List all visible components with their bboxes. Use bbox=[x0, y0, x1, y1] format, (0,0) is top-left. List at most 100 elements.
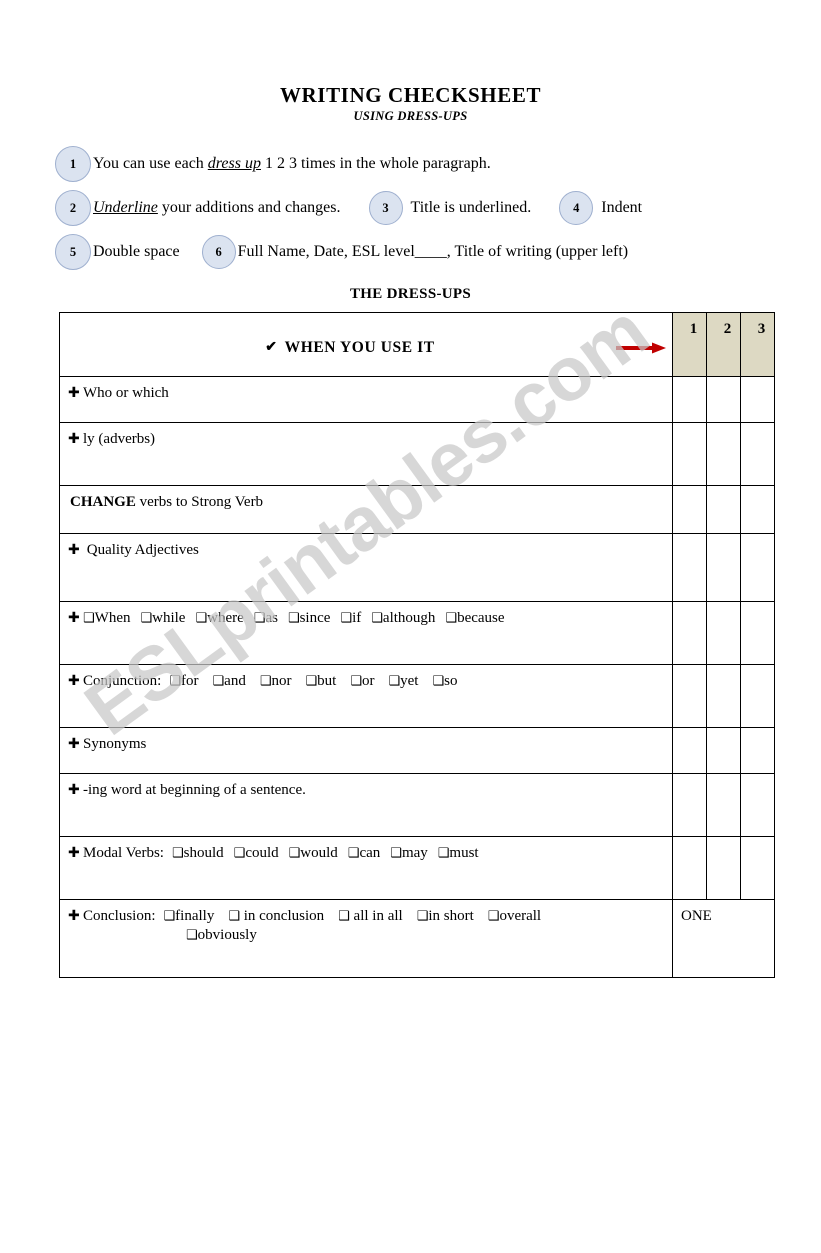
checkbox-cell-1-ly-adverbs[interactable] bbox=[672, 422, 707, 487]
checkbox-cell-3-change-verbs[interactable] bbox=[740, 485, 775, 535]
checkbox-icon[interactable]: ❑ bbox=[350, 674, 362, 689]
option-finally[interactable]: ❑finally bbox=[164, 908, 215, 924]
checkbox-icon[interactable]: ❑ bbox=[172, 846, 184, 861]
checkbox-icon[interactable]: ❑ bbox=[388, 674, 400, 689]
option-must[interactable]: ❑must bbox=[438, 845, 479, 861]
checkbox-icon[interactable]: ❑ bbox=[445, 611, 457, 626]
row-change-verbs: CHANGE verbs to Strong Verb bbox=[59, 485, 673, 535]
instruction-1-before: You can use each bbox=[93, 155, 208, 173]
option-because[interactable]: ❑because bbox=[445, 610, 504, 626]
checkbox-cell-3-who-or-which[interactable] bbox=[740, 376, 775, 424]
option-label: overall bbox=[499, 908, 542, 925]
option-although[interactable]: ❑although bbox=[371, 610, 435, 626]
checkbox-icon[interactable]: ❑ bbox=[228, 909, 240, 924]
row-label-who-or-which: Who or which bbox=[83, 385, 169, 402]
option-label: if bbox=[352, 610, 362, 627]
checkbox-cell-2-modal-verbs[interactable] bbox=[706, 836, 741, 901]
option-as[interactable]: ❑as bbox=[254, 610, 278, 626]
option-can[interactable]: ❑can bbox=[348, 845, 380, 861]
checkbox-icon[interactable]: ❑ bbox=[340, 611, 352, 626]
option-may[interactable]: ❑may bbox=[390, 845, 427, 861]
checkbox-cell-1-www-asia-b[interactable] bbox=[672, 601, 707, 666]
option-could[interactable]: ❑could bbox=[234, 845, 279, 861]
checkbox-icon[interactable]: ❑ bbox=[260, 674, 272, 689]
checkbox-icon[interactable]: ❑ bbox=[338, 909, 350, 924]
option-for[interactable]: ❑for bbox=[169, 673, 198, 689]
checkbox-icon[interactable]: ❑ bbox=[186, 928, 198, 943]
checkbox-icon[interactable]: ❑ bbox=[83, 611, 95, 626]
title-block: WRITING CHECKSHEET USING DRESS-UPS bbox=[0, 84, 821, 124]
checkbox-icon[interactable]: ❑ bbox=[288, 611, 300, 626]
checkbox-cell-2-synonyms[interactable] bbox=[706, 727, 741, 775]
option-nor[interactable]: ❑nor bbox=[260, 673, 292, 689]
table-row: ✚ Conjunction: ❑for ❑and ❑nor ❑but ❑or ❑yet ❑so bbox=[59, 664, 775, 729]
option-while[interactable]: ❑while bbox=[140, 610, 185, 626]
options-conclusion: ❑finally ❑ in conclusion ❑ all in all ❑in s… bbox=[164, 908, 542, 924]
checkbox-icon[interactable]: ❑ bbox=[140, 611, 152, 626]
option-yet[interactable]: ❑yet bbox=[388, 673, 418, 689]
header-label-wrap: ✔ WHEN YOU USE IT bbox=[265, 338, 434, 358]
checkbox-icon[interactable]: ❑ bbox=[488, 909, 500, 924]
checkbox-cell-2-conjunction[interactable] bbox=[706, 664, 741, 729]
checkbox-cell-3-www-asia-b[interactable] bbox=[740, 601, 775, 666]
option-so[interactable]: ❑so bbox=[432, 673, 457, 689]
checkbox-cell-1-who-or-which[interactable] bbox=[672, 376, 707, 424]
checkbox-icon[interactable]: ❑ bbox=[289, 846, 301, 861]
checkbox-cell-3-ing-word[interactable] bbox=[740, 773, 775, 838]
checkbox-cell-3-modal-verbs[interactable] bbox=[740, 836, 775, 901]
checkbox-icon[interactable]: ❑ bbox=[417, 909, 429, 924]
checkbox-icon[interactable]: ❑ bbox=[348, 846, 360, 861]
checkbox-cell-1-change-verbs[interactable] bbox=[672, 485, 707, 535]
checkbox-cell-2-www-asia-b[interactable] bbox=[706, 601, 741, 666]
table-row: ✚ Modal Verbs: ❑should ❑could ❑would ❑can ❑may… bbox=[59, 836, 775, 901]
option-overall[interactable]: ❑overall bbox=[488, 908, 541, 924]
table-row: ✚ ly (adverbs) bbox=[59, 422, 775, 487]
option-when[interactable]: ❑When bbox=[83, 610, 130, 626]
option-should[interactable]: ❑should bbox=[172, 845, 224, 861]
checkbox-cell-1-synonyms[interactable] bbox=[672, 727, 707, 775]
checkbox-icon[interactable]: ❑ bbox=[234, 846, 246, 861]
checkbox-cell-1-ing-word[interactable] bbox=[672, 773, 707, 838]
checkbox-icon[interactable]: ❑ bbox=[438, 846, 450, 861]
option-but[interactable]: ❑but bbox=[305, 673, 336, 689]
checkbox-cell-3-quality-adjectives[interactable] bbox=[740, 533, 775, 603]
option-would[interactable]: ❑would bbox=[289, 845, 338, 861]
option-label: should bbox=[183, 845, 224, 862]
checkbox-cell-2-ing-word[interactable] bbox=[706, 773, 741, 838]
option-where[interactable]: ❑where bbox=[195, 610, 243, 626]
checkbox-cell-2-quality-adjectives[interactable] bbox=[706, 533, 741, 603]
option-label: could bbox=[245, 845, 279, 862]
checkbox-cell-3-synonyms[interactable] bbox=[740, 727, 775, 775]
checkbox-icon[interactable]: ❑ bbox=[213, 674, 225, 689]
option-obviously[interactable]: ❑obviously bbox=[186, 927, 257, 943]
checkbox-icon[interactable]: ❑ bbox=[371, 611, 383, 626]
checkbox-cell-1-conjunction[interactable] bbox=[672, 664, 707, 729]
checkbox-cell-1-quality-adjectives[interactable] bbox=[672, 533, 707, 603]
checkbox-icon[interactable]: ❑ bbox=[305, 674, 317, 689]
conclusion-merged-cell[interactable]: ONE bbox=[672, 899, 775, 979]
option-in-short[interactable]: ❑in short bbox=[417, 908, 474, 924]
checkbox-icon[interactable]: ❑ bbox=[164, 909, 176, 924]
checkbox-cell-2-change-verbs[interactable] bbox=[706, 485, 741, 535]
bullet-icon: ✚ bbox=[68, 431, 80, 448]
option-and[interactable]: ❑and bbox=[213, 673, 246, 689]
checkbox-cell-3-conjunction[interactable] bbox=[740, 664, 775, 729]
option-if[interactable]: ❑if bbox=[340, 610, 361, 626]
checkbox-icon[interactable]: ❑ bbox=[432, 674, 444, 689]
checkbox-cell-1-modal-verbs[interactable] bbox=[672, 836, 707, 901]
option-label: finally bbox=[175, 908, 215, 925]
option-label: while bbox=[152, 610, 186, 627]
checkbox-cell-2-who-or-which[interactable] bbox=[706, 376, 741, 424]
row-label-ing-word: -ing word at beginning of a sentence. bbox=[83, 782, 306, 799]
option-or[interactable]: ❑or bbox=[350, 673, 374, 689]
option-in-conclusion[interactable]: ❑ in conclusion bbox=[228, 908, 324, 924]
checkbox-cell-3-ly-adverbs[interactable] bbox=[740, 422, 775, 487]
checkbox-icon[interactable]: ❑ bbox=[169, 674, 181, 689]
option-all-in-all[interactable]: ❑ all in all bbox=[338, 908, 403, 924]
option-since[interactable]: ❑since bbox=[288, 610, 330, 626]
checkbox-icon[interactable]: ❑ bbox=[390, 846, 402, 861]
checkbox-icon[interactable]: ❑ bbox=[254, 611, 266, 626]
checkbox-cell-2-ly-adverbs[interactable] bbox=[706, 422, 741, 487]
checkbox-icon[interactable]: ❑ bbox=[195, 611, 207, 626]
header-column-3: 3 bbox=[740, 312, 775, 378]
